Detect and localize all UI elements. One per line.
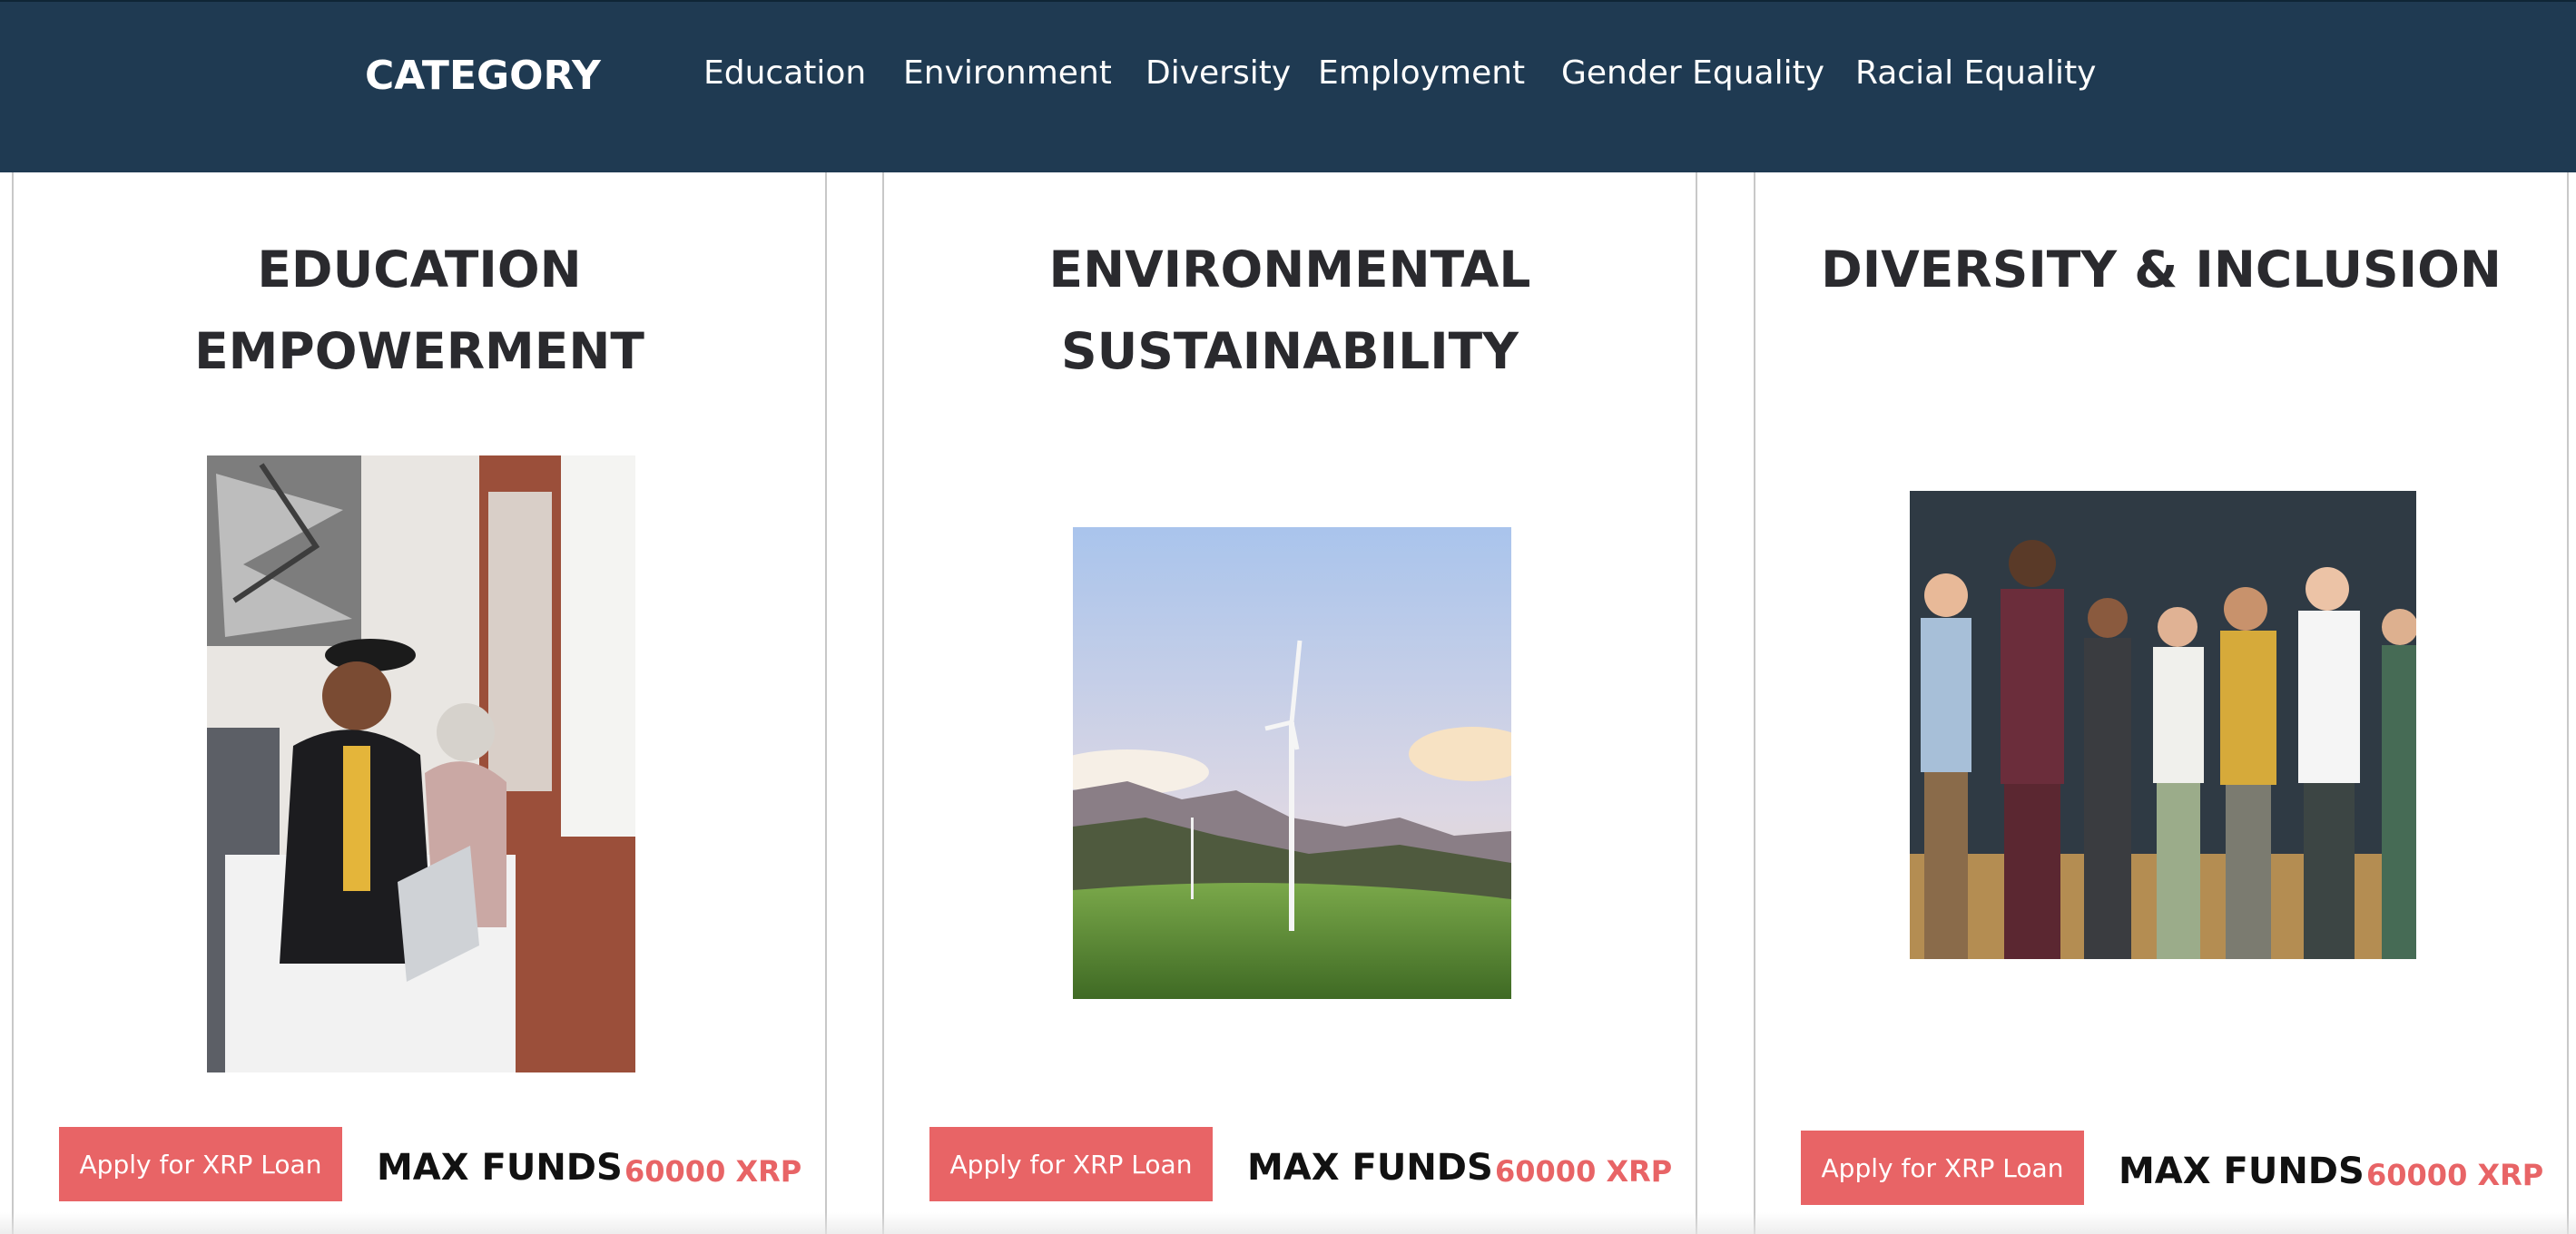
category-card-environment: ENVIRONMENTAL SUSTAINABILITY Apply for X… xyxy=(882,172,1697,1234)
card-title: EDUCATION EMPOWERMENT xyxy=(14,229,825,392)
card-title: DIVERSITY & INCLUSION xyxy=(1755,229,2567,310)
apply-xrp-loan-button[interactable]: Apply for XRP Loan xyxy=(1801,1131,2084,1205)
max-funds-value: 60000 XRP xyxy=(1495,1154,1673,1189)
category-card-diversity: DIVERSITY & INCLUSION Apply for XRP Loan… xyxy=(1754,172,2569,1234)
top-navbar: CATEGORY Education Environment Diversity… xyxy=(0,0,2576,172)
card-title-line-2: SUSTAINABILITY xyxy=(1061,322,1519,380)
brand-title: CATEGORY xyxy=(365,53,601,99)
graduate-video-call-photo xyxy=(207,455,635,1072)
card-title-line-1: DIVERSITY & INCLUSION xyxy=(1821,240,2502,299)
max-funds-label: MAX FUNDS xyxy=(1247,1147,1493,1189)
apply-xrp-loan-button[interactable]: Apply for XRP Loan xyxy=(59,1127,342,1201)
max-funds-label: MAX FUNDS xyxy=(377,1147,623,1189)
nav-link-diversity[interactable]: Diversity xyxy=(1145,54,1291,92)
nav-link-gender-equality[interactable]: Gender Equality xyxy=(1561,54,1824,92)
card-title-line-2: EMPOWERMENT xyxy=(194,322,644,380)
nav-link-racial-equality[interactable]: Racial Equality xyxy=(1855,54,2096,92)
max-funds-value: 60000 XRP xyxy=(624,1154,802,1189)
wind-turbine-photo xyxy=(1073,527,1511,999)
card-title-line-1: ENVIRONMENTAL xyxy=(1048,240,1531,299)
nav-link-employment[interactable]: Employment xyxy=(1318,54,1525,92)
card-title: ENVIRONMENTAL SUSTAINABILITY xyxy=(884,229,1696,392)
bottom-fade xyxy=(0,1212,2576,1234)
nav-link-environment[interactable]: Environment xyxy=(903,54,1112,92)
card-title-line-1: EDUCATION xyxy=(257,240,582,299)
nav-link-education[interactable]: Education xyxy=(703,54,866,92)
category-card-education: EDUCATION EMPOWERMENT Apply for XRP Loan… xyxy=(12,172,827,1234)
diverse-group-photo xyxy=(1910,491,2416,959)
max-funds-value: 60000 XRP xyxy=(2366,1158,2544,1192)
max-funds-label: MAX FUNDS xyxy=(2119,1151,2365,1192)
apply-xrp-loan-button[interactable]: Apply for XRP Loan xyxy=(929,1127,1213,1201)
